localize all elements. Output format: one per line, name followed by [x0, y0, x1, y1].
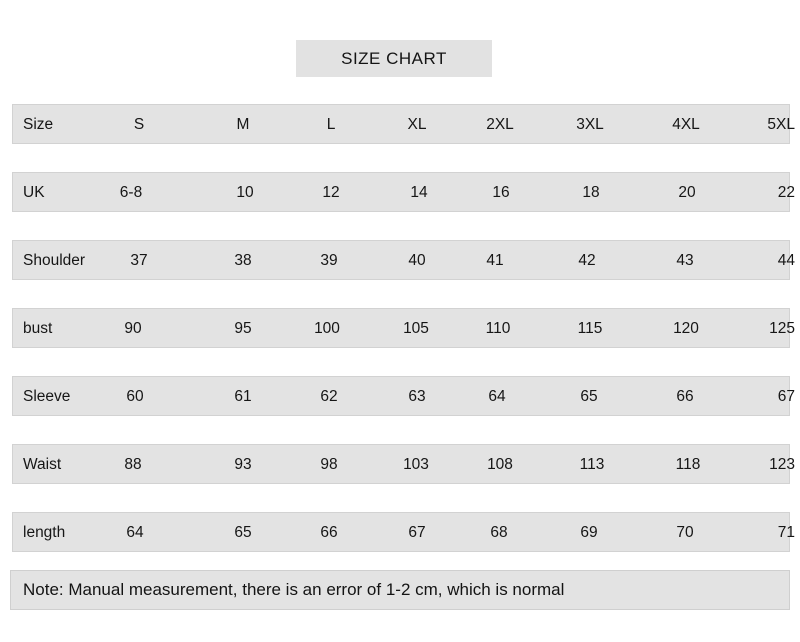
row-label-bust: bust	[23, 320, 53, 337]
cell-waist-2xl: 108	[487, 456, 513, 473]
table-row: bust 90 95 100 105 110 115 120 125	[12, 308, 795, 348]
cell-uk-4xl: 20	[678, 184, 696, 201]
cell-waist-4xl: 118	[675, 456, 701, 473]
cell-waist-xl: 103	[403, 456, 429, 473]
table-row: length 64 65 66 67 68 69 70 71	[12, 512, 795, 552]
header-cell-3xl: 3XL	[576, 116, 604, 133]
size-chart-root: SIZE CHART Size S M L XL 2XL 3XL 4XL 5XL…	[0, 0, 800, 642]
row-label-uk: UK	[23, 184, 45, 201]
row-label-shoulder: Shoulder	[23, 252, 86, 269]
cell-uk-xl: 14	[410, 184, 428, 201]
cell-length-3xl: 69	[580, 524, 598, 541]
cell-bust-2xl: 110	[485, 320, 511, 337]
cell-bust-s: 90	[124, 320, 142, 337]
header-cell-size: Size	[23, 116, 54, 133]
table-row: UK 6-8 10 12 14 16 18 20 22	[12, 172, 795, 212]
cell-shoulder-s: 37	[130, 252, 148, 269]
cell-length-2xl: 68	[490, 524, 508, 541]
cell-sleeve-3xl: 65	[580, 388, 598, 405]
cell-bust-l: 100	[314, 320, 340, 337]
cell-length-4xl: 70	[676, 524, 694, 541]
cell-shoulder-5xl: 44	[777, 252, 795, 269]
table-row: Waist 88 93 98 103 108 113 118 123	[12, 444, 795, 484]
cell-waist-s: 88	[124, 456, 142, 473]
table-row: Shoulder 37 38 39 40 41 42 43 44	[12, 240, 795, 280]
cell-bust-5xl: 125	[769, 320, 795, 337]
header-cell-2xl: 2XL	[486, 116, 514, 133]
cell-uk-m: 10	[236, 184, 254, 201]
cell-shoulder-2xl: 41	[486, 252, 504, 269]
header-cell-s: S	[133, 116, 145, 133]
cell-sleeve-l: 62	[320, 388, 338, 405]
row-label-waist: Waist	[23, 456, 62, 473]
cell-sleeve-2xl: 64	[488, 388, 506, 405]
cell-uk-3xl: 18	[582, 184, 600, 201]
table-row: Sleeve 60 61 62 63 64 65 66 67	[12, 376, 795, 416]
measurement-note-bar: Note: Manual measurement, there is an er…	[10, 570, 790, 610]
measurement-note-text: Note: Manual measurement, there is an er…	[23, 580, 565, 599]
cell-uk-l: 12	[322, 184, 340, 201]
row-label-sleeve: Sleeve	[23, 388, 71, 405]
cell-shoulder-xl: 40	[408, 252, 426, 269]
cell-shoulder-3xl: 42	[578, 252, 596, 269]
cell-length-l: 66	[320, 524, 338, 541]
cell-sleeve-s: 60	[126, 388, 144, 405]
header-cell-m: M	[236, 116, 250, 133]
cell-bust-3xl: 115	[577, 320, 603, 337]
cell-bust-m: 95	[234, 320, 252, 337]
cell-sleeve-m: 61	[234, 388, 252, 405]
table-header-row: Size S M L XL 2XL 3XL 4XL 5XL	[12, 104, 795, 144]
size-table: Size S M L XL 2XL 3XL 4XL 5XL UK 6-8 10 …	[0, 0, 800, 560]
cell-shoulder-4xl: 43	[676, 252, 694, 269]
cell-uk-2xl: 16	[492, 184, 510, 201]
header-cell-l: L	[326, 116, 336, 133]
cell-waist-m: 93	[234, 456, 252, 473]
header-cell-4xl: 4XL	[672, 116, 700, 133]
cell-sleeve-4xl: 66	[676, 388, 694, 405]
cell-bust-xl: 105	[403, 320, 429, 337]
cell-length-s: 64	[126, 524, 144, 541]
cell-uk-s: 6-8	[119, 184, 143, 201]
cell-shoulder-m: 38	[234, 252, 252, 269]
cell-waist-l: 98	[320, 456, 338, 473]
header-cell-5xl: 5XL	[767, 116, 795, 133]
row-label-length: length	[23, 524, 66, 541]
header-cell-xl: XL	[407, 116, 427, 133]
cell-uk-5xl: 22	[777, 184, 795, 201]
cell-bust-4xl: 120	[673, 320, 699, 337]
cell-length-xl: 67	[408, 524, 426, 541]
cell-sleeve-5xl: 67	[777, 388, 795, 405]
cell-length-5xl: 71	[777, 524, 795, 541]
cell-waist-5xl: 123	[769, 456, 795, 473]
cell-sleeve-xl: 63	[408, 388, 426, 405]
cell-shoulder-l: 39	[320, 252, 338, 269]
cell-waist-3xl: 113	[579, 456, 605, 473]
cell-length-m: 65	[234, 524, 252, 541]
